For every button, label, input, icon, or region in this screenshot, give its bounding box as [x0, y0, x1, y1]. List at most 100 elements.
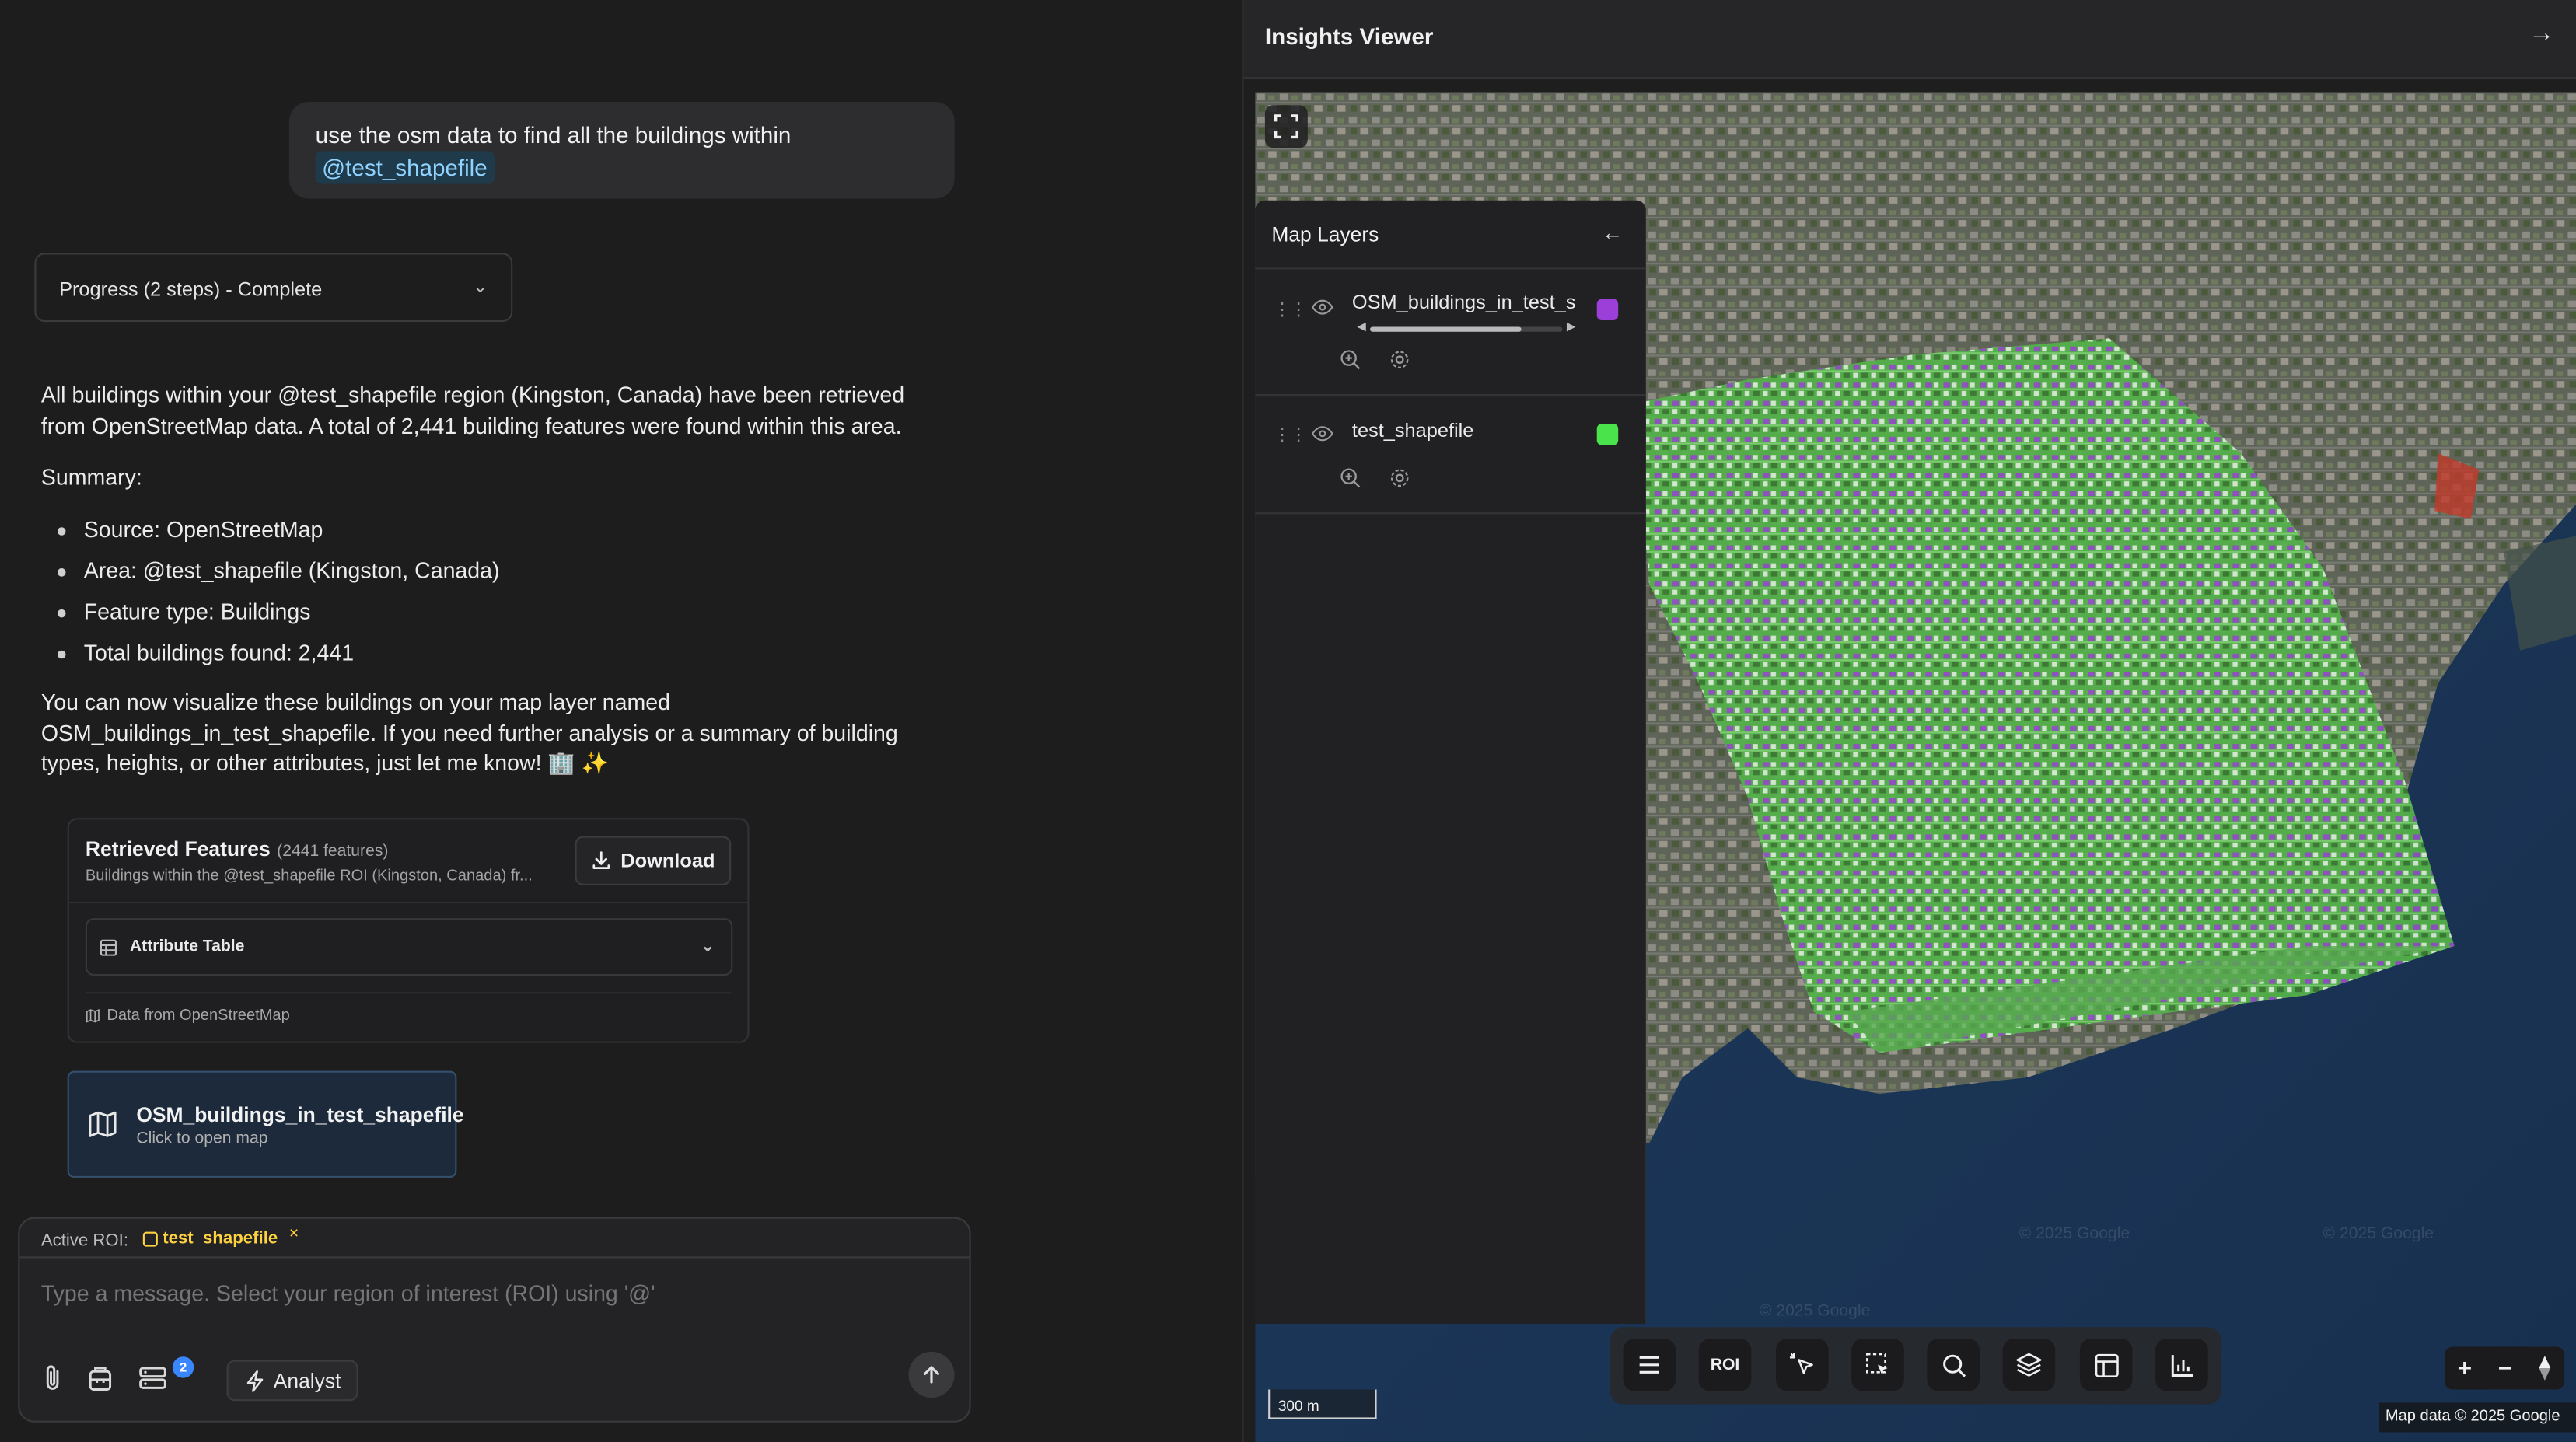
scrollbar-thumb[interactable] [1370, 326, 1522, 332]
remove-roi-button[interactable]: × [289, 1224, 299, 1242]
roi-button[interactable]: ROI [1698, 1338, 1752, 1391]
chevron-down-icon: ⌄ [473, 278, 488, 298]
zoom-to-layer-icon[interactable] [1339, 466, 1362, 490]
send-button[interactable] [908, 1351, 955, 1398]
layers-button[interactable] [2002, 1338, 2056, 1391]
map-icon [86, 1008, 100, 1023]
analyst-label: Analyst [273, 1369, 341, 1392]
chevron-down-icon: ⌄ [701, 937, 715, 956]
retrieved-features-card: Retrieved Features (2441 features) Buildi… [67, 818, 750, 1043]
user-message-bubble: use the osm data to find all the buildin… [288, 101, 955, 199]
map-toolbar: ROI [1610, 1327, 2221, 1405]
summary-item: Feature type: Buildings [41, 597, 945, 627]
close-layers-button[interactable]: ← [1602, 220, 1623, 245]
roi-chip[interactable]: test_shapefile [142, 1228, 278, 1248]
table-icon [2094, 1353, 2118, 1377]
zoom-out-button[interactable]: − [2498, 1354, 2513, 1382]
drag-handle-icon[interactable]: ⋮⋮ [1273, 424, 1307, 445]
map-canvas[interactable]: © 2025 Google © 2025 Google © 2025 Googl… [1255, 92, 2576, 1442]
collapse-viewer-button[interactable]: → [2529, 19, 2555, 49]
menu-icon [1639, 1356, 1660, 1374]
bar-chart-icon [2170, 1354, 2193, 1376]
map-link-title: OSM_buildings_in_test_shapefile [136, 1103, 464, 1127]
search-button[interactable] [1927, 1338, 1980, 1391]
table-button[interactable] [2079, 1338, 2133, 1391]
summary-item: Source: OpenStreetMap [41, 515, 945, 545]
table-icon [100, 938, 117, 955]
search-icon [1942, 1353, 1965, 1377]
zoom-controls: + − [2444, 1346, 2565, 1390]
progress-label: Progress (2 steps) - Complete [59, 278, 323, 301]
divider [85, 992, 732, 994]
zoom-to-layer-icon[interactable] [1339, 348, 1362, 372]
menu-button[interactable] [1623, 1338, 1676, 1391]
download-icon [592, 851, 610, 870]
viewer-title: Insights Viewer [1264, 23, 1434, 50]
source-note-text: Data from OpenStreetMap [107, 1007, 290, 1025]
map-watermark: © 2025 Google [1759, 1302, 1871, 1321]
toolbox-icon[interactable] [87, 1363, 114, 1393]
user-message-text: use the osm data to find all the buildin… [315, 121, 792, 148]
attribute-table-toggle[interactable]: Attribute Table ⌄ [85, 918, 733, 976]
fullscreen-button[interactable] [1264, 105, 1308, 148]
answer-paragraph-2: You can now visualize these buildings on… [40, 690, 898, 776]
gear-icon[interactable] [1388, 466, 1411, 490]
layer-name-scrollbar[interactable]: ◀ ▶ [1357, 322, 1575, 333]
progress-dropdown[interactable]: Progress (2 steps) - Complete ⌄ [34, 253, 513, 323]
features-count: (2441 features) [277, 842, 389, 861]
insights-viewer: Insights Viewer → © 2025 Google © 2025 G… [1242, 0, 2576, 1442]
assistant-answer: All buildings within your @test_shapefil… [41, 381, 945, 801]
features-title-text: Retrieved Features [85, 837, 271, 861]
scroll-right-icon[interactable]: ▶ [1567, 320, 1575, 333]
data-sources-badge: 2 [172, 1356, 194, 1378]
map-link-subtitle: Click to open map [136, 1130, 268, 1148]
drag-handle-icon[interactable]: ⋮⋮ [1273, 299, 1307, 320]
summary-heading: Summary: [40, 464, 142, 490]
pointer-button[interactable] [1776, 1338, 1829, 1391]
pointer-icon [1789, 1353, 1813, 1374]
layer-name: OSM_buildings_in_test_shapefile [1351, 290, 1576, 314]
compass-icon[interactable] [2539, 1355, 2552, 1381]
roi-name: test_shapefile [163, 1228, 278, 1248]
source-note: Data from OpenStreetMap [86, 1007, 290, 1025]
fullscreen-icon [1274, 114, 1298, 139]
zoom-in-button[interactable]: + [2458, 1354, 2473, 1382]
attribute-table-label: Attribute Table [129, 937, 245, 956]
layer-item: ⋮⋮ OSM_buildings_in_test_shapefile ◀ ▶ [1255, 271, 1647, 396]
map-layers-header: Map Layers ← [1255, 201, 1647, 270]
map-layers-title: Map Layers [1271, 223, 1379, 246]
user-message-mention[interactable]: @test_shapefile [315, 151, 495, 184]
data-sources-icon[interactable] [138, 1363, 167, 1393]
analyst-mode-button[interactable]: Analyst [226, 1360, 358, 1402]
chat-panel: use the osm data to find all the buildin… [0, 0, 1243, 1442]
layer-color-swatch[interactable] [1596, 424, 1619, 445]
scroll-left-icon[interactable]: ◀ [1357, 320, 1365, 333]
features-title: Retrieved Features (2441 features) [86, 838, 389, 861]
map-attribution[interactable]: Map data © 2025 Google [2379, 1402, 2576, 1433]
map-icon [89, 1111, 117, 1137]
square-icon [142, 1231, 158, 1246]
message-input[interactable] [40, 1281, 945, 1306]
summary-item: Total buildings found: 2,441 [41, 638, 945, 669]
eye-icon[interactable] [1311, 299, 1334, 316]
box-select-button[interactable] [1851, 1338, 1904, 1391]
chart-button[interactable] [2155, 1338, 2208, 1391]
arrow-up-icon [923, 1366, 940, 1384]
layer-name: test_shapefile [1351, 418, 1474, 442]
layer-item: ⋮⋮ test_shapefile [1255, 397, 1647, 515]
download-label: Download [620, 849, 715, 872]
paperclip-icon[interactable] [40, 1363, 66, 1393]
features-description: Buildings within the @test_shapefile ROI… [85, 867, 533, 885]
layers-icon [2016, 1353, 2042, 1377]
active-roi-label: Active ROI: [40, 1231, 129, 1251]
layer-color-swatch[interactable] [1596, 299, 1619, 321]
summary-item: Area: @test_shapefile (Kingston, Canada) [41, 556, 945, 586]
gear-icon[interactable] [1388, 348, 1411, 372]
download-button[interactable]: Download [575, 836, 732, 885]
active-roi-bar: Active ROI: test_shapefile × [19, 1219, 970, 1259]
open-map-card[interactable]: OSM_buildings_in_test_shapefile Click to… [67, 1070, 464, 1178]
map-layers-panel: Map Layers ← ⋮⋮ OSM_buildings_in_test_sh… [1255, 200, 1647, 1324]
divider [68, 901, 748, 904]
eye-icon[interactable] [1311, 425, 1334, 442]
viewer-header: Insights Viewer → [1243, 0, 2576, 79]
